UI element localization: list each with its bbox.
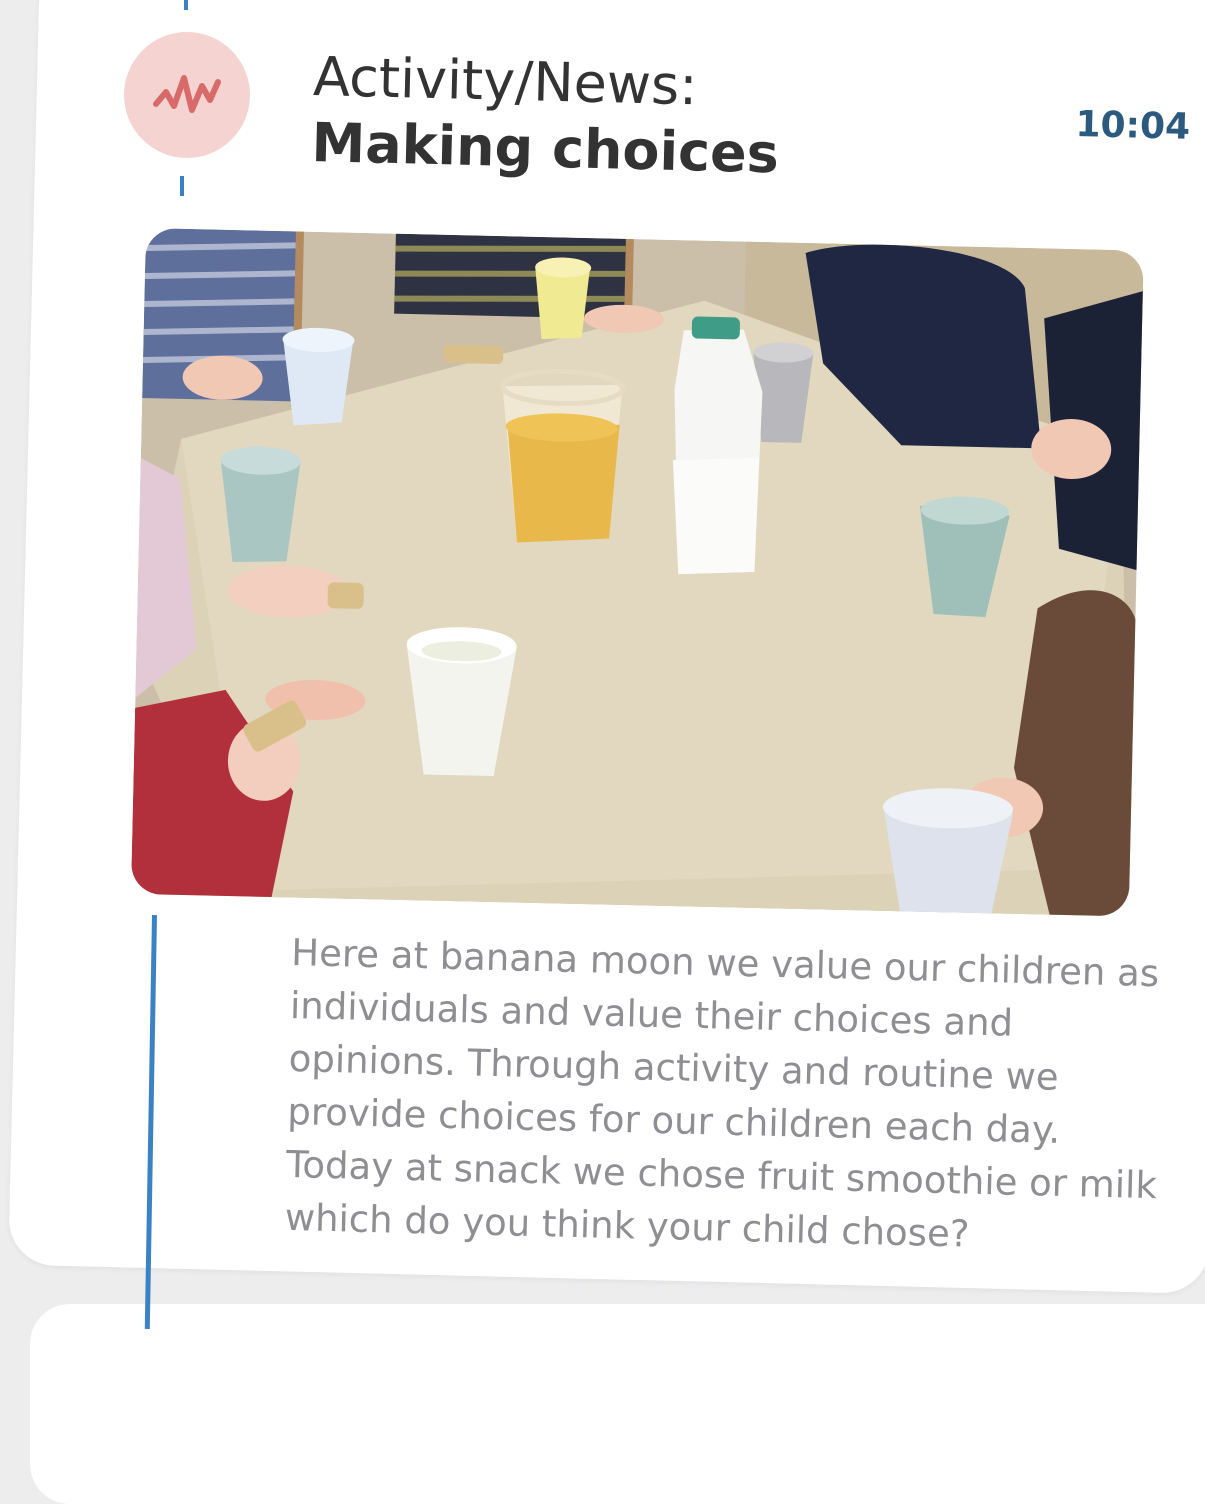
activity-description: Here at banana moon we value our childre… bbox=[284, 930, 1160, 1256]
activity-title: Making choices bbox=[310, 110, 780, 186]
activity-category-label: Activity/News: bbox=[312, 44, 699, 118]
timeline-line bbox=[180, 176, 184, 196]
activity-photo[interactable] bbox=[130, 228, 1144, 917]
activity-heading: Activity/News: Making choices bbox=[311, 44, 781, 187]
timeline-line bbox=[184, 0, 188, 10]
activity-wave-icon bbox=[153, 75, 221, 113]
activity-type-badge bbox=[124, 32, 250, 158]
next-activity-card[interactable] bbox=[30, 1304, 1205, 1504]
activity-time: 10:04 bbox=[1074, 104, 1191, 148]
